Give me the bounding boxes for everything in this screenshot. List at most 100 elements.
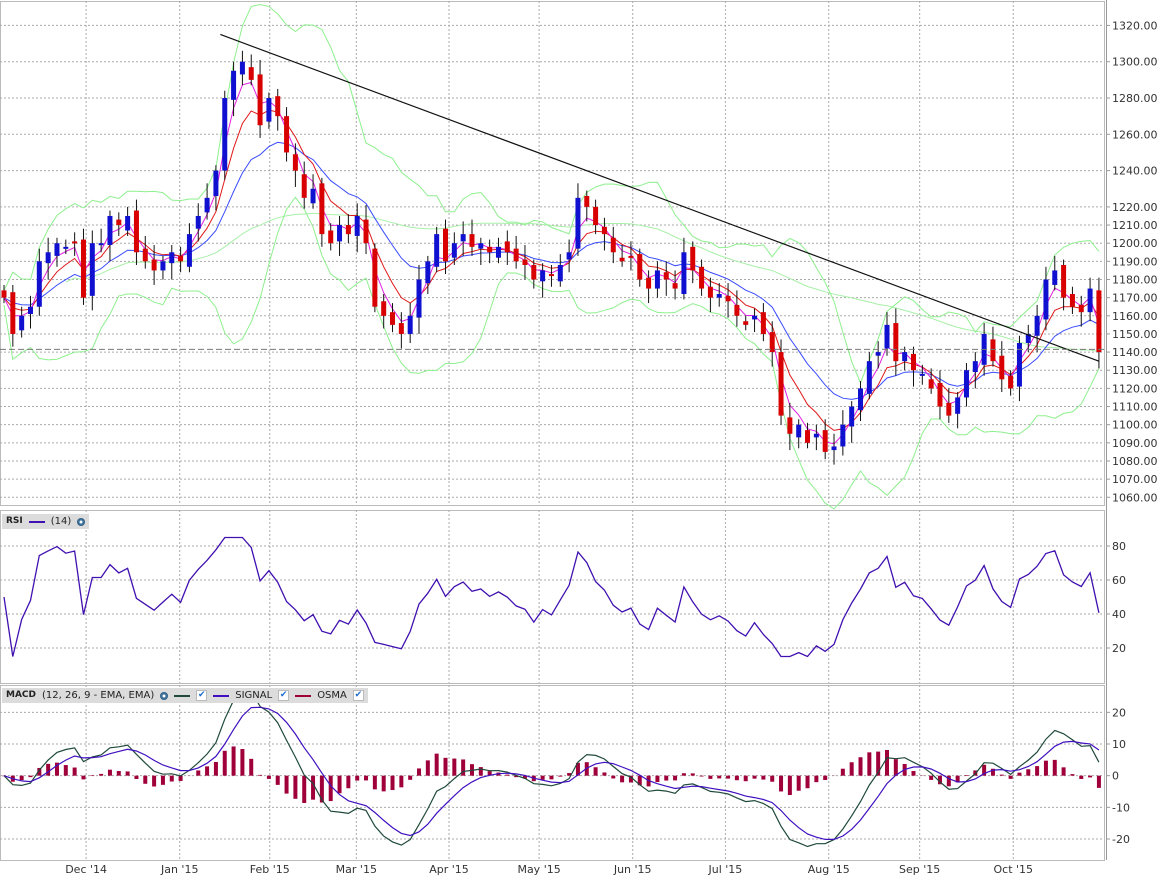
signal-toggle-checkbox[interactable]: ✔ <box>278 690 290 701</box>
osma-bar <box>390 775 395 791</box>
candle-body <box>381 301 387 316</box>
candle-body <box>725 295 731 302</box>
osma-bar <box>1088 775 1093 778</box>
candle <box>778 339 784 425</box>
candle-body <box>893 323 899 362</box>
price-y-tick-label: 1140.00 <box>1112 346 1158 359</box>
candle-body <box>434 234 440 267</box>
candle-body <box>707 286 713 298</box>
macd-toggle-checkbox[interactable]: ✔ <box>196 690 208 701</box>
osma-bar <box>381 775 386 792</box>
osma-bar <box>399 775 404 788</box>
candle-body <box>495 246 501 258</box>
price-y-tick-label: 1080.00 <box>1112 455 1158 468</box>
osma-bar <box>337 775 342 794</box>
candle-body <box>45 252 51 264</box>
osma-bar <box>743 775 748 782</box>
osma-bar <box>346 775 351 789</box>
price-y-tick-label: 1070.00 <box>1112 473 1158 486</box>
osma-bar <box>99 773 104 776</box>
candle-body <box>681 252 687 295</box>
osma-bar <box>505 774 510 776</box>
osma-bar <box>1008 775 1013 779</box>
candle-body <box>699 266 705 289</box>
osma-bar <box>1070 774 1075 776</box>
rsi-legend: RSI (14) <box>2 514 90 529</box>
price-y-tick-label: 1240.00 <box>1112 165 1158 178</box>
candle-body <box>54 243 60 256</box>
osma-bar <box>664 775 669 781</box>
candle-body <box>266 98 272 122</box>
x-tick-label: Apr '15 <box>429 863 469 876</box>
osma-bar <box>311 775 316 800</box>
candle-body <box>884 324 890 349</box>
osma-bar <box>805 775 810 789</box>
candle-body <box>169 252 175 264</box>
candle-body <box>27 306 33 314</box>
osma-bar <box>275 775 280 785</box>
candle-body <box>80 239 86 298</box>
osma-bar <box>999 774 1004 776</box>
candle-body <box>186 234 192 267</box>
osma-bar <box>840 768 845 776</box>
osma-bar <box>1079 775 1084 779</box>
osma-bar <box>452 758 457 776</box>
osma-bar <box>302 775 307 803</box>
osma-bar <box>478 767 483 776</box>
settings-icon[interactable] <box>77 517 86 526</box>
price-y-tick-label: 1130.00 <box>1112 364 1158 377</box>
signal-label: SIGNAL <box>235 690 273 701</box>
candle-body <box>1096 290 1102 353</box>
osma-bar <box>205 766 210 776</box>
candle-body <box>858 388 864 411</box>
osma-bar <box>1043 760 1048 776</box>
candle-body <box>1008 375 1014 389</box>
osma-bar <box>770 775 775 782</box>
candle <box>372 243 378 313</box>
osma-bar <box>425 760 430 776</box>
candle-body <box>1034 315 1040 336</box>
candle-body <box>955 397 961 414</box>
osma-bar <box>72 767 77 776</box>
macd-y-tick-label: 10 <box>1112 738 1126 751</box>
osma-bar <box>690 773 695 776</box>
settings-icon[interactable] <box>160 691 169 700</box>
candle-body <box>654 270 660 289</box>
macd-y-tick-label: -20 <box>1112 833 1130 846</box>
candle-body <box>734 304 740 316</box>
macd-y-tick-label: 20 <box>1112 706 1126 719</box>
candle-body <box>778 352 784 416</box>
osma-bar <box>125 771 130 776</box>
candle-body <box>822 430 828 452</box>
candle-body <box>972 361 978 373</box>
osma-bar <box>143 775 148 784</box>
osma-bar <box>540 775 545 780</box>
candle-body <box>239 61 245 75</box>
candle-body <box>337 225 343 242</box>
price-y-tick-label: 1060.00 <box>1112 491 1158 504</box>
osma-bar <box>81 775 86 780</box>
candle-body <box>866 361 872 394</box>
osma-bar <box>328 775 333 802</box>
candle-body <box>646 277 652 289</box>
candle-body <box>460 234 466 242</box>
osma-bar <box>160 775 165 785</box>
osma-bar <box>558 775 563 777</box>
rsi-y-tick-label: 80 <box>1112 540 1126 553</box>
candle-body <box>504 241 510 253</box>
osma-toggle-checkbox[interactable]: ✔ <box>352 690 364 701</box>
candle-body <box>89 243 95 296</box>
osma-bar <box>779 775 784 792</box>
osma-bar <box>231 746 236 776</box>
candle-body <box>875 352 881 356</box>
candle-body <box>584 196 590 207</box>
candle-body <box>275 96 281 117</box>
osma-bar <box>408 775 413 780</box>
osma-label: OSMA <box>317 690 347 701</box>
candle-body <box>390 312 396 325</box>
candle-body <box>663 272 669 280</box>
osma-bar <box>196 770 201 776</box>
x-tick-label: Aug '15 <box>808 863 850 876</box>
osma-bar <box>796 775 801 791</box>
candle-body <box>178 255 184 262</box>
